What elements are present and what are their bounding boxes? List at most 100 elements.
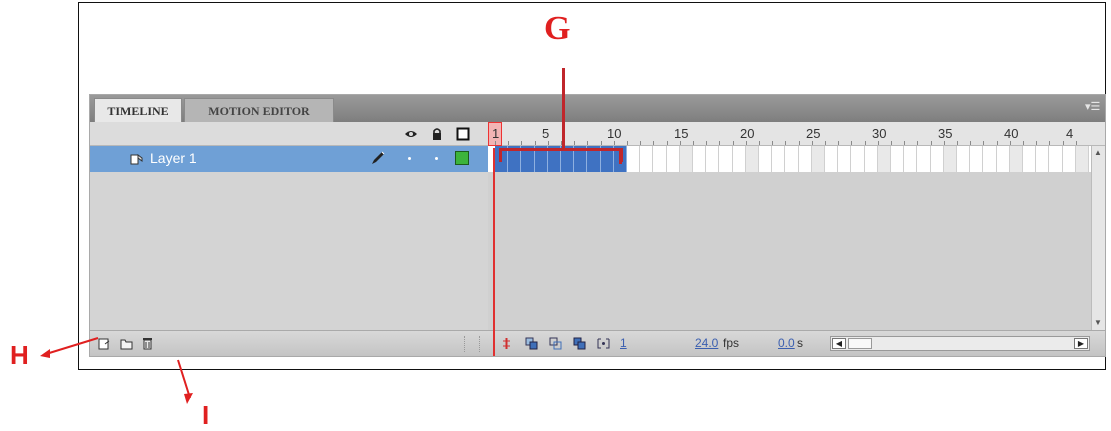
frame-cell[interactable] — [864, 146, 878, 172]
frame-number: 1 — [492, 126, 500, 141]
frame-cell[interactable] — [627, 146, 641, 172]
frame-cell[interactable] — [719, 146, 733, 172]
frame-cell[interactable] — [1062, 146, 1076, 172]
ruler-tick — [798, 141, 800, 145]
frame-cell[interactable] — [679, 146, 693, 172]
frame-cell[interactable] — [996, 146, 1010, 172]
frame-cell[interactable] — [891, 146, 905, 172]
ruler-tick — [825, 141, 826, 145]
edit-multiple-frames-icon[interactable] — [573, 337, 586, 350]
annotation-h-label: H — [10, 340, 29, 370]
frame-cell[interactable] — [877, 146, 891, 172]
ruler-tick — [534, 141, 536, 145]
horizontal-scrollbar[interactable]: ◀ ▶ — [830, 336, 1090, 351]
ruler-tick — [1036, 141, 1038, 145]
ruler-tick — [983, 141, 985, 145]
frame-cell[interactable] — [759, 146, 773, 172]
frame-rate-unit: fps — [723, 336, 740, 350]
layer-name[interactable]: Layer 1 — [150, 150, 197, 166]
onion-skin-icon[interactable] — [525, 337, 538, 350]
frame-cell[interactable] — [851, 146, 865, 172]
frame-cell[interactable] — [825, 146, 839, 172]
frame-cell[interactable] — [1023, 146, 1037, 172]
frame-cell[interactable] — [811, 146, 825, 172]
frame-cell[interactable] — [732, 146, 746, 172]
frame-cell[interactable] — [838, 146, 852, 172]
scroll-thumb[interactable] — [848, 338, 872, 349]
center-frame-icon[interactable] — [500, 337, 513, 350]
elapsed-time-field[interactable]: 0.0 — [778, 336, 795, 350]
ruler-tick — [891, 141, 892, 145]
ruler-tick — [904, 141, 906, 145]
ruler-tick — [943, 141, 945, 145]
frame-cell[interactable] — [930, 146, 944, 172]
frame-rate-field[interactable]: 24.0 — [695, 336, 718, 350]
scroll-up-icon[interactable]: ▲ — [1092, 147, 1104, 159]
eye-icon[interactable] — [404, 127, 418, 141]
ruler-tick — [521, 141, 523, 145]
lock-icon[interactable] — [430, 127, 444, 141]
modify-onion-markers-icon[interactable] — [597, 337, 610, 350]
ruler-tick — [759, 141, 760, 145]
frame-cell[interactable] — [640, 146, 654, 172]
ruler-tick — [587, 141, 589, 145]
elapsed-time-unit: s — [797, 336, 803, 350]
resize-grip[interactable] — [464, 336, 480, 352]
onion-skin-outlines-icon[interactable] — [549, 337, 562, 350]
outline-color-icon[interactable] — [455, 151, 469, 165]
frame-cell[interactable] — [653, 146, 667, 172]
visible-dot-icon[interactable] — [408, 157, 411, 160]
ruler-tick — [627, 141, 628, 145]
current-frame-field[interactable]: 1 — [620, 336, 627, 350]
frame-cell[interactable] — [957, 146, 971, 172]
vertical-scrollbar[interactable]: ▲ ▼ — [1091, 146, 1105, 330]
annotation-g-label: G — [544, 10, 571, 47]
frame-cell[interactable] — [943, 146, 957, 172]
panel-menu-icon[interactable]: ▾☰ — [1085, 101, 1100, 113]
playhead-line — [493, 148, 495, 356]
frame-cell[interactable] — [1036, 146, 1050, 172]
layer-header — [90, 122, 488, 146]
scroll-down-icon[interactable]: ▼ — [1092, 317, 1104, 329]
scroll-left-icon[interactable]: ◀ — [832, 338, 846, 349]
frame-cell[interactable] — [693, 146, 707, 172]
outline-icon[interactable] — [456, 127, 470, 141]
ruler-tick — [706, 141, 708, 145]
frame-cell[interactable] — [917, 146, 931, 172]
locked-dot-icon[interactable] — [435, 157, 438, 160]
frame-cell[interactable] — [798, 146, 812, 172]
ruler-tick — [917, 141, 919, 145]
ruler-tick — [811, 141, 813, 145]
frame-cell[interactable] — [1049, 146, 1063, 172]
frame-cell[interactable] — [706, 146, 720, 172]
delete-icon[interactable] — [141, 337, 154, 350]
ruler-tick — [970, 141, 972, 145]
timeline-bottom-bar: 1 24.0 fps 0.0 s ◀ ▶ — [90, 330, 1105, 356]
frame-ruler[interactable]: 1 5 10 15 20 25 30 35 40 4 — [488, 122, 1105, 146]
tab-timeline[interactable]: TIMELINE — [94, 98, 182, 122]
ruler-tick — [574, 141, 576, 145]
layer-list-empty-area — [90, 172, 488, 330]
frame-cell[interactable] — [772, 146, 786, 172]
ruler-tick — [732, 141, 734, 145]
panel-tab-bar: TIMELINE MOTION EDITOR ▾☰ — [90, 95, 1105, 122]
layer-row[interactable]: Layer 1 — [90, 146, 488, 172]
frame-cell[interactable] — [1009, 146, 1023, 172]
frame-cell[interactable] — [785, 146, 799, 172]
frame-number: 10 — [607, 126, 622, 141]
ruler-tick — [1023, 141, 1024, 145]
scroll-right-icon[interactable]: ▶ — [1074, 338, 1088, 349]
frame-cell[interactable] — [983, 146, 997, 172]
frame-cell[interactable] — [970, 146, 984, 172]
annotation-g-bracket — [499, 148, 623, 162]
ruler-tick — [547, 141, 549, 145]
ruler-tick — [838, 141, 840, 145]
frame-cell[interactable] — [745, 146, 759, 172]
frame-cell[interactable] — [904, 146, 918, 172]
annotation-g-bracket-end — [619, 148, 622, 164]
new-folder-icon[interactable] — [120, 337, 133, 350]
layer-icon — [130, 154, 143, 165]
tab-motion-editor[interactable]: MOTION EDITOR — [184, 98, 334, 122]
frame-cell[interactable] — [1075, 146, 1089, 172]
frame-cell[interactable] — [666, 146, 680, 172]
